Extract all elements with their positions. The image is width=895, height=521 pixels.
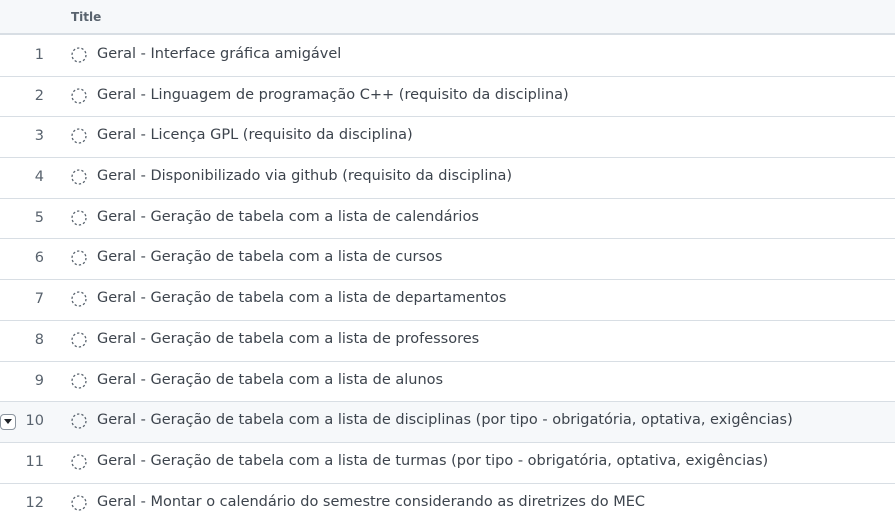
table-row[interactable]: 8 Geral - Geração de tabela com a lista … (0, 320, 895, 362)
table-row[interactable]: 6 Geral - Geração de tabela com a lista … (0, 239, 895, 281)
table-row[interactable]: 11 Geral - Geração de tabela com a lista… (0, 442, 895, 484)
item-title[interactable]: Geral - Geração de tabela com a lista de… (97, 249, 442, 265)
column-header-title[interactable]: Title (71, 10, 101, 24)
table-rows: 1 Geral - Interface gráfica amigável 2 G… (0, 36, 895, 521)
draft-circle-icon (71, 250, 87, 267)
item-title[interactable]: Geral - Geração de tabela com a lista de… (97, 453, 768, 469)
item-title[interactable]: Geral - Linguagem de programação C++ (re… (97, 87, 569, 103)
row-number: 2 (34, 87, 44, 104)
item-title[interactable]: Geral - Geração de tabela com a lista de… (97, 290, 506, 306)
item-title[interactable]: Geral - Geração de tabela com a lista de… (97, 372, 443, 388)
row-number: 3 (34, 128, 44, 145)
item-title[interactable]: Geral - Interface gráfica amigável (97, 46, 341, 62)
draft-circle-icon (71, 413, 87, 429)
table-row[interactable]: 1 Geral - Interface gráfica amigável (0, 36, 895, 77)
item-title[interactable]: Geral - Geração de tabela com a lista de… (97, 331, 479, 347)
draft-circle-icon (71, 47, 87, 63)
row-number: 10 (25, 413, 44, 430)
row-number: 8 (34, 331, 44, 348)
draft-circle-icon (71, 372, 87, 389)
table-row[interactable]: 10 Geral - Geração de tabela com a lista… (0, 402, 895, 443)
draft-circle-icon (71, 454, 87, 470)
item-title[interactable]: Geral - Geração de tabela com a lista de… (97, 209, 479, 225)
draft-circle-icon (71, 88, 87, 104)
row-number: 11 (25, 453, 44, 470)
row-number: 7 (34, 291, 44, 308)
table-row[interactable]: 2 Geral - Linguagem de programação C++ (… (0, 76, 895, 118)
row-number: 9 (34, 372, 44, 389)
table-row[interactable]: 3 Geral - Licença GPL (requisito da disc… (0, 117, 895, 159)
table-row[interactable]: 4 Geral - Disponibilizado via github (re… (0, 158, 895, 199)
row-number: 12 (25, 494, 44, 511)
item-title[interactable]: Geral - Disponibilizado via github (requ… (97, 168, 512, 184)
row-number: 1 (34, 47, 44, 63)
row-number: 4 (34, 169, 44, 186)
table-row[interactable]: 9 Geral - Geração de tabela com a lista … (0, 361, 895, 403)
draft-circle-icon (71, 128, 87, 145)
table-row[interactable]: 5 Geral - Geração de tabela com a lista … (0, 198, 895, 240)
item-title[interactable]: Geral - Montar o calendário do semestre … (97, 494, 645, 510)
row-number: 6 (34, 250, 44, 267)
table-header: Title (0, 0, 895, 35)
draft-circle-icon (71, 494, 87, 511)
table-row[interactable]: 7 Geral - Geração de tabela com a lista … (0, 280, 895, 321)
item-title[interactable]: Geral - Geração de tabela com a lista de… (97, 412, 793, 428)
draft-circle-icon (71, 210, 87, 226)
table-row[interactable]: 12 Geral - Montar o calendário do semest… (0, 483, 895, 521)
draft-circle-icon (71, 332, 87, 348)
item-title[interactable]: Geral - Licença GPL (requisito da discip… (97, 127, 413, 143)
draft-circle-icon (71, 169, 87, 185)
row-number: 5 (34, 209, 44, 226)
project-table: Title 1 Geral - Interface gráfica amigáv… (0, 0, 895, 521)
draft-circle-icon (71, 291, 87, 307)
